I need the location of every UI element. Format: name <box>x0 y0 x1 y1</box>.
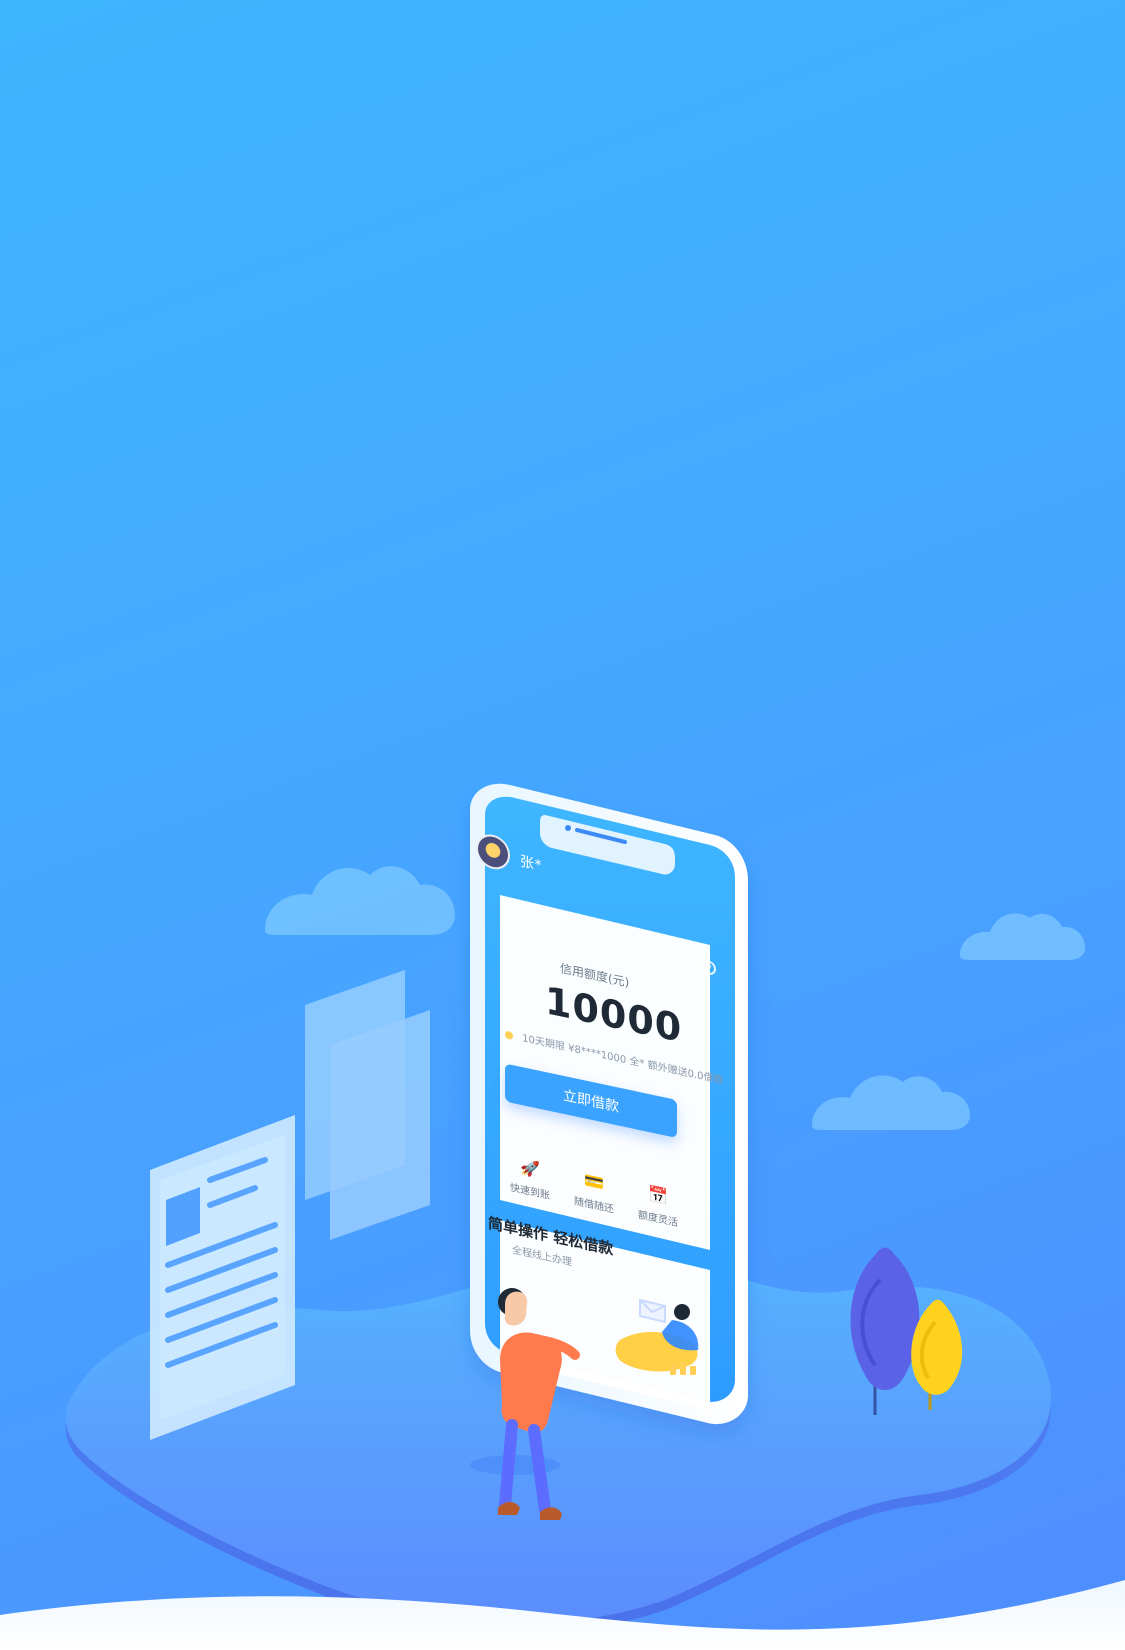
cloud-left <box>265 866 455 935</box>
document-illustration <box>150 1115 295 1440</box>
rocket-icon: 🚀 <box>520 1156 540 1180</box>
user-name: 张* <box>520 853 542 875</box>
card-icon: 💳 <box>584 1169 604 1193</box>
floating-cards <box>305 970 430 1240</box>
borrow-now-button[interactable]: 立即借款 <box>505 1063 677 1138</box>
feature-label: 随借随还 <box>574 1196 614 1216</box>
feature-label: 快速到账 <box>510 1182 550 1203</box>
cloud-middle <box>812 1075 970 1130</box>
feature-label: 额度灵活 <box>638 1209 678 1230</box>
phone-screen: 张* ? 信用额度(元) 10000 10天期限 ¥8****1000 全* 额… <box>470 790 730 1405</box>
info-dot-icon <box>505 1030 513 1041</box>
cloud-right <box>960 913 1085 960</box>
calendar-icon: 📅 <box>648 1183 668 1207</box>
phone-ui: 张* ? 信用额度(元) 10000 10天期限 ¥8****1000 全* 额… <box>470 790 730 1405</box>
credit-card: 信用额度(元) 10000 10天期限 ¥8****1000 全* 额外赠送0.… <box>490 874 724 1229</box>
user-avatar[interactable] <box>476 831 510 873</box>
help-icon[interactable]: ? <box>702 959 716 977</box>
